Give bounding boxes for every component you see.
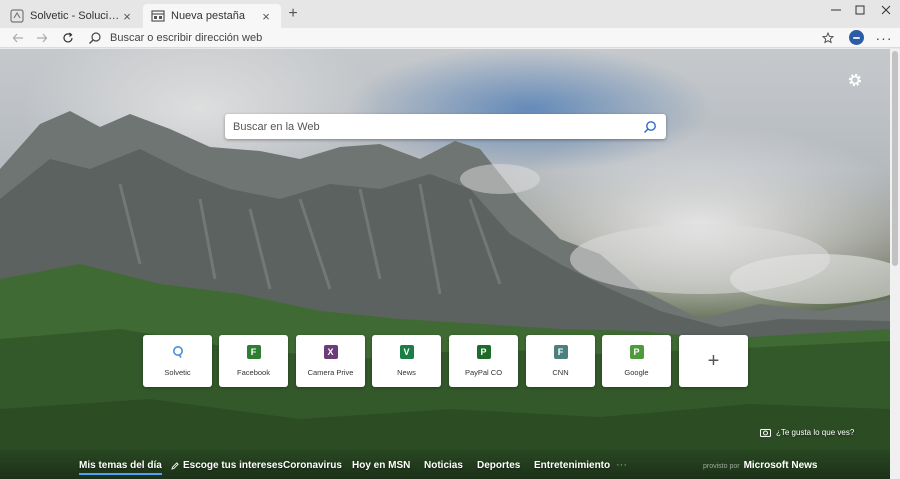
news-tab-label: Hoy en MSN (352, 460, 411, 471)
quick-link-label: Facebook (237, 368, 270, 377)
news-tab-label: Entretenimiento (534, 460, 611, 471)
favorite-button[interactable] (820, 29, 836, 47)
tab-title: Nueva pestaña (171, 10, 245, 22)
site-letter-icon: X (323, 345, 338, 359)
quick-link-label: News (397, 368, 416, 377)
profile-avatar[interactable] (849, 30, 864, 45)
gear-icon[interactable] (847, 72, 863, 88)
tab-title: Solvetic - Solución a los problemas info… (30, 10, 120, 22)
news-tab-mis-temas[interactable]: Mis temas del día (79, 460, 162, 475)
site-letter-icon: P (476, 345, 491, 359)
site-letter-icon: V (399, 345, 414, 359)
new-tab-page: Solvetic F Facebook X Camera Prive V New… (0, 49, 890, 479)
news-tab-label: Coronavirus (283, 460, 342, 471)
quick-link-label: Google (624, 368, 649, 377)
news-tab-label: Mis temas del día (79, 460, 162, 471)
news-tab-label: Escoge tus intereses (183, 460, 284, 471)
camera-icon (760, 429, 771, 437)
solvetic-logo-icon (172, 346, 183, 358)
news-tab-entretenimiento[interactable]: Entretenimiento (534, 460, 610, 471)
solvetic-icon (10, 9, 24, 23)
new-tab-icon (151, 10, 165, 22)
title-bar: Solvetic - Solución a los problemas info… (0, 0, 900, 28)
news-tab-label: Deportes (477, 460, 521, 471)
quick-link-camera-prive[interactable]: X Camera Prive (296, 335, 365, 387)
powered-by: provisto por Microsoft News (703, 460, 817, 471)
pencil-icon (171, 461, 179, 470)
quick-link-label: Solvetic (164, 368, 191, 377)
scrollbar-thumb[interactable] (892, 51, 898, 266)
add-quick-link-button[interactable]: + (679, 335, 748, 387)
quick-link-google[interactable]: P Google (602, 335, 671, 387)
maximize-icon (855, 5, 865, 15)
back-button[interactable] (9, 29, 27, 47)
site-letter-icon: P (629, 345, 644, 359)
quick-link-cnn[interactable]: F CNN (526, 335, 595, 387)
close-tab-icon[interactable]: × (120, 9, 134, 24)
new-tab-button[interactable]: + (284, 6, 302, 24)
feedback-text: ¿Te gusta lo que ves? (776, 428, 855, 437)
address-bar[interactable]: Buscar o escribir dirección web (88, 29, 818, 47)
news-tab-noticias[interactable]: Noticias (424, 460, 463, 471)
site-letter-icon: F (246, 345, 261, 359)
settings-menu-button[interactable]: ··· (876, 29, 892, 47)
search-icon (89, 32, 101, 44)
quick-link-label: Camera Prive (307, 368, 354, 377)
browser-toolbar: Buscar o escribir dirección web ··· (0, 28, 900, 48)
tab-solvetic[interactable]: Solvetic - Solución a los problemas info… (2, 4, 142, 28)
quick-link-news[interactable]: V News (372, 335, 441, 387)
news-tab-coronavirus[interactable]: Coronavirus (283, 460, 342, 471)
quick-link-solvetic[interactable]: Solvetic (143, 335, 212, 387)
quick-link-label: CNN (552, 368, 569, 377)
site-letter-icon: F (553, 345, 568, 359)
web-search-box (225, 114, 666, 139)
powered-by-text: provisto por (703, 463, 740, 470)
news-tab-label: Noticias (424, 460, 463, 471)
address-placeholder: Buscar o escribir dirección web (110, 32, 263, 44)
search-icon (643, 120, 656, 133)
more-news-tabs-button[interactable]: ··· (616, 459, 627, 471)
quick-link-label: PayPal CO (464, 368, 503, 377)
minimize-icon (831, 9, 841, 11)
tab-new-tab[interactable]: Nueva pestaña × (143, 4, 281, 28)
star-icon (822, 32, 834, 44)
close-icon (881, 5, 891, 15)
page-scrollbar[interactable] (890, 49, 900, 479)
news-tab-deportes[interactable]: Deportes (477, 460, 520, 471)
search-button[interactable] (642, 119, 658, 135)
close-tab-icon[interactable]: × (259, 9, 273, 24)
close-window-button[interactable] (870, 0, 900, 20)
plus-icon: + (707, 350, 720, 372)
news-tab-intereses[interactable]: Escoge tus intereses (171, 460, 283, 471)
reload-icon (63, 32, 73, 43)
quick-link-facebook[interactable]: F Facebook (219, 335, 288, 387)
arrow-left-icon (12, 33, 23, 43)
forward-button[interactable] (33, 29, 51, 47)
news-tab-hoy-en-msn[interactable]: Hoy en MSN (352, 460, 410, 471)
microsoft-news-brand[interactable]: Microsoft News (744, 460, 818, 471)
image-feedback-link[interactable]: ¿Te gusta lo que ves? (760, 428, 854, 437)
arrow-right-icon (37, 33, 48, 43)
avatar-glyph (853, 36, 860, 39)
quick-link-paypal[interactable]: P PayPal CO (449, 335, 518, 387)
web-search-input[interactable] (233, 120, 642, 133)
reload-button[interactable] (59, 29, 77, 47)
